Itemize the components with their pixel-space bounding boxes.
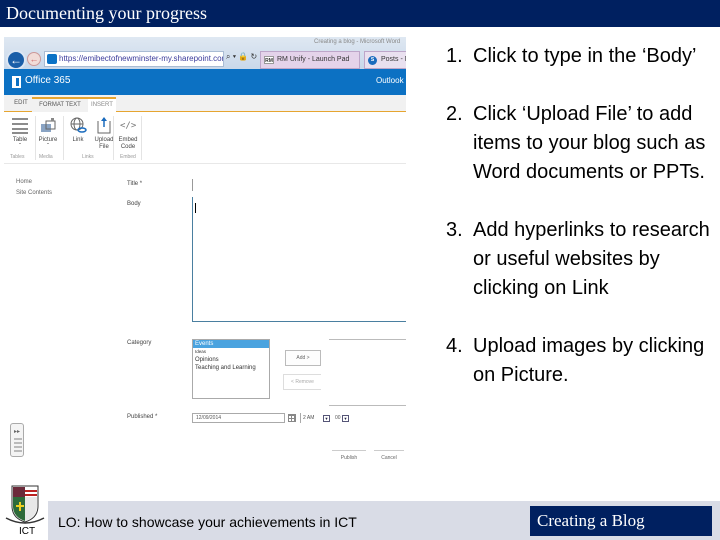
outlook-link[interactable]: Outlook [376, 76, 404, 85]
browser-tab-rm-unify[interactable]: RM RM Unify - Launch Pad [260, 51, 360, 69]
sharepoint-screenshot: Creating a blog - Microsoft Word ← ← htt… [4, 37, 406, 469]
office-logo-icon [12, 76, 21, 88]
sharepoint-favicon-icon [47, 54, 57, 64]
embed-code-button[interactable]: </> Embed Code [114, 116, 142, 151]
back-arrow-icon[interactable]: ← [6, 50, 26, 70]
selected-categories-box [329, 339, 406, 340]
hour-select[interactable]: 2 AM [300, 413, 314, 423]
tab-label: RM Unify - Launch Pad [277, 56, 350, 63]
upload-file-icon [95, 116, 113, 134]
tab-format-text[interactable]: FORMAT TEXT [32, 97, 88, 112]
title-input[interactable] [192, 179, 193, 191]
published-date-input[interactable]: 12/09/2014 [192, 413, 285, 423]
text-caret [195, 203, 196, 213]
creating-blog-badge: Creating a Blog [530, 506, 712, 536]
learning-objective: LO: How to showcase your achievements in… [58, 514, 357, 530]
rm-favicon-icon: RM [264, 56, 274, 64]
expand-arrows-icon: ▸▸ [14, 429, 21, 435]
sharepoint-favicon-icon: S [368, 56, 377, 65]
table-icon [11, 116, 29, 134]
minute-select[interactable]: 00 [335, 413, 341, 423]
group-label-media: Media [39, 154, 53, 160]
minute-dropdown-icon[interactable]: ▼ [342, 415, 349, 422]
cancel-button[interactable]: Cancel [374, 450, 404, 464]
ribbon-divider [141, 116, 142, 160]
group-label-links: Links [82, 154, 94, 160]
tab-label: Posts - New Item [381, 56, 406, 63]
browser-tab-posts[interactable]: S Posts - New Item [364, 51, 406, 69]
category-option[interactable]: Teaching and Learning [193, 364, 269, 372]
category-label: Category [127, 340, 152, 346]
category-option[interactable]: Ideas [193, 348, 269, 356]
title-label: Title * [127, 181, 143, 187]
tab-edit[interactable]: EDIT [12, 97, 30, 112]
group-label-tables: Tables [10, 154, 25, 160]
tab-insert[interactable]: INSERT [88, 97, 116, 112]
category-listbox[interactable]: Events Ideas Opinions Teaching and Learn… [192, 339, 270, 399]
quick-launch-nav: Home Site Contents [16, 177, 52, 199]
school-crest-logo [4, 484, 46, 526]
selected-categories-bottom [329, 405, 406, 406]
picture-icon [39, 116, 57, 134]
body-label: Body [127, 201, 141, 207]
office365-brand[interactable]: Office 365 [25, 75, 70, 86]
ribbon-divider [113, 116, 114, 160]
slide-title-bar: Documenting your progress [0, 0, 720, 27]
address-bar[interactable]: https://emibectofnewminster-my.sharepoin… [44, 51, 224, 67]
svg-text:</>: </> [120, 121, 137, 131]
group-label-embed: Embed [120, 154, 136, 160]
ribbon: Table ˇ Picture ˇ Link Upload File </> E… [4, 112, 406, 164]
remove-category-button[interactable]: < Remove [283, 374, 321, 390]
instruction-steps: 1. Click to type in the ‘Body’ 2. Click … [446, 42, 716, 419]
side-widget[interactable]: ▸▸ [10, 423, 24, 457]
ribbon-divider [63, 116, 64, 160]
step-item: 4. Upload images by clicking on Picture. [446, 335, 705, 386]
browser-chrome: Creating a blog - Microsoft Word ← ← htt… [4, 37, 406, 70]
table-button[interactable]: Table ˇ [6, 116, 34, 151]
calendar-icon[interactable] [288, 414, 296, 422]
category-option[interactable]: Events [193, 340, 269, 348]
nav-item-site-contents[interactable]: Site Contents [16, 188, 52, 199]
published-label: Published * [127, 414, 158, 420]
publish-button[interactable]: Publish [332, 450, 366, 464]
step-item: 2. Click ‘Upload File’ to add items to y… [446, 103, 706, 183]
address-tools[interactable]: ⌕ ▾ 🔒 ↻ [226, 52, 257, 62]
step-item: 1. Click to type in the ‘Body’ [446, 45, 697, 67]
forward-arrow-icon[interactable]: ← [27, 52, 41, 66]
step-item: 3. Add hyperlinks to research or useful … [446, 219, 710, 299]
window-title: Creating a blog - Microsoft Word [314, 39, 401, 45]
category-option[interactable]: Opinions [193, 356, 269, 364]
hour-dropdown-icon[interactable]: ▼ [323, 415, 330, 422]
add-category-button[interactable]: Add > [285, 350, 321, 366]
link-button[interactable]: Link [64, 116, 92, 144]
address-url: https://emibectofnewminster-my.sharepoin… [59, 54, 224, 63]
link-icon [69, 116, 87, 134]
nav-item-home[interactable]: Home [16, 177, 52, 188]
slide-title: Documenting your progress [6, 3, 207, 23]
ribbon-divider [35, 116, 36, 160]
office365-suite-bar: Office 365 Outlook [4, 69, 406, 95]
grip-icon [14, 438, 22, 452]
ribbon-tabs: EDIT FORMAT TEXT INSERT [4, 95, 406, 112]
picture-button[interactable]: Picture ˇ [34, 116, 62, 151]
embed-code-icon: </> [119, 116, 137, 134]
body-editor[interactable] [192, 197, 406, 322]
crest-label: ICT [19, 526, 36, 537]
